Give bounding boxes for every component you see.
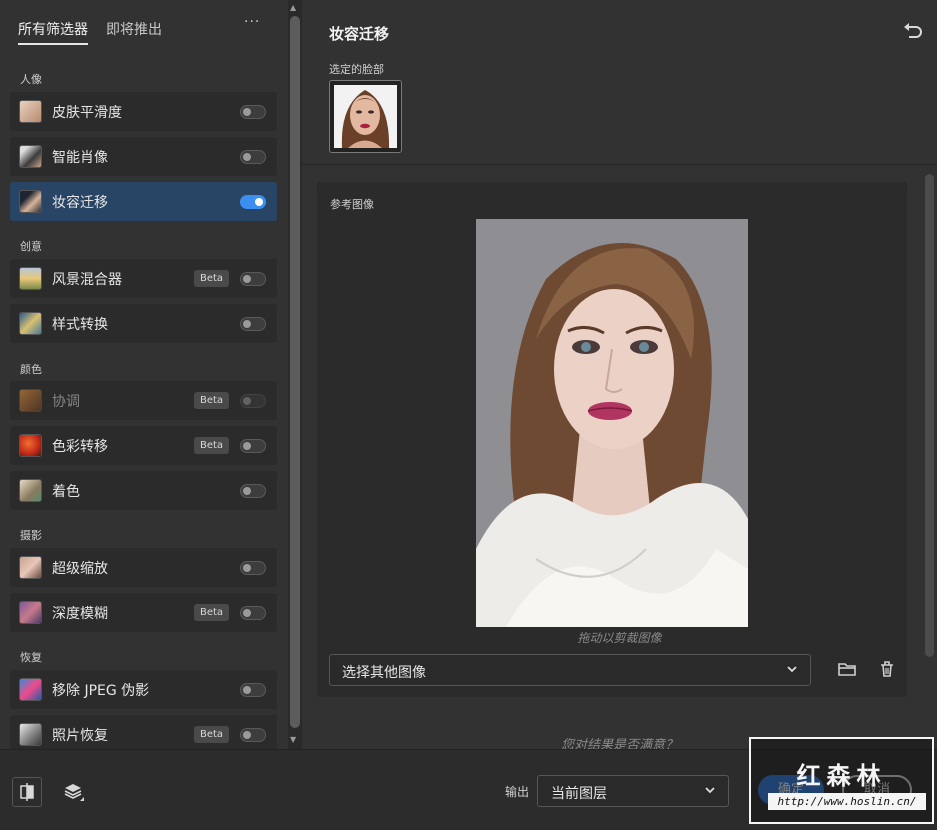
chevron-down-icon — [705, 787, 715, 794]
filter-item-depth-blur[interactable]: 深度模糊 Beta — [10, 593, 277, 632]
section-photography-title: 摄影 — [20, 529, 42, 542]
section-restoration-title: 恢复 — [20, 651, 42, 664]
beta-badge: Beta — [194, 270, 229, 287]
filter-settings-panel: 妆容迁移 选定的脸部 参考图像 拖动以剪裁图像 选择其他图像 — [302, 0, 937, 749]
filter-toggle[interactable] — [240, 272, 266, 286]
scrollbar-thumb[interactable] — [290, 16, 300, 728]
section-divider — [302, 164, 937, 165]
filter-toggle[interactable] — [240, 394, 266, 408]
settings-scrollbar[interactable] — [922, 172, 937, 749]
tab-all-filters[interactable]: 所有筛选器 — [18, 19, 88, 45]
filter-label: 色彩转移 — [52, 439, 108, 455]
scrollbar-thumb[interactable] — [925, 174, 934, 657]
makeup-transfer-thumbnail — [19, 190, 42, 213]
face-image — [334, 85, 397, 148]
section-color-title: 颜色 — [20, 363, 42, 376]
tab-coming-soon[interactable]: 即将推出 — [106, 19, 162, 45]
filter-label: 深度模糊 — [52, 606, 108, 622]
filter-toggle[interactable] — [240, 484, 266, 498]
more-options-icon[interactable]: ··· — [244, 14, 260, 30]
filter-item-style-transfer[interactable]: 样式转换 — [10, 304, 277, 343]
image-source-dropdown[interactable]: 选择其他图像 — [329, 654, 811, 686]
beta-badge: Beta — [194, 392, 229, 409]
photo-restoration-thumbnail — [19, 723, 42, 746]
filters-scrollbar[interactable]: ▲ ▼ — [288, 0, 302, 749]
section-portrait-title: 人像 — [20, 73, 42, 86]
filter-label: 智能肖像 — [52, 150, 108, 166]
output-label: 输出 — [505, 785, 530, 799]
filter-item-harmonization[interactable]: 协调 Beta — [10, 381, 277, 420]
reference-image[interactable] — [476, 219, 748, 627]
filter-label: 样式转换 — [52, 317, 108, 333]
smart-portrait-thumbnail — [19, 145, 42, 168]
selected-face-label: 选定的脸部 — [329, 63, 384, 76]
colorize-thumbnail — [19, 479, 42, 502]
scroll-up-icon[interactable]: ▲ — [290, 3, 296, 12]
filter-item-photo-restoration[interactable]: 照片恢复 Beta — [10, 715, 277, 749]
filter-toggle[interactable] — [240, 728, 266, 742]
filter-item-landscape-mixer[interactable]: 风景混合器 Beta — [10, 259, 277, 298]
filter-label: 移除 JPEG 伪影 — [52, 683, 150, 699]
remove-jpeg-thumbnail — [19, 678, 42, 701]
filter-item-super-zoom[interactable]: 超级缩放 — [10, 548, 277, 587]
watermark: 红森林 http://www.hoslin.cn/ — [749, 737, 934, 824]
crop-hint: 拖动以剪裁图像 — [577, 631, 662, 645]
filter-item-colorize[interactable]: 着色 — [10, 471, 277, 510]
filter-toggle[interactable] — [240, 317, 266, 331]
filter-toggle[interactable] — [240, 683, 266, 697]
dropdown-value: 当前图层 — [551, 786, 607, 802]
beta-badge: Beta — [194, 726, 229, 743]
panel-title: 妆容迁移 — [329, 25, 390, 43]
watermark-url: http://www.hoslin.cn/ — [768, 793, 926, 810]
output-dropdown[interactable]: 当前图层 — [537, 775, 729, 807]
layers-icon — [64, 784, 84, 801]
watermark-title: 红森林 — [796, 762, 887, 790]
reference-image-label: 参考图像 — [330, 198, 374, 211]
filter-item-color-transfer[interactable]: 色彩转移 Beta — [10, 426, 277, 465]
layers-button[interactable] — [58, 777, 88, 807]
filter-label: 妆容迁移 — [52, 195, 108, 211]
filter-toggle[interactable] — [240, 150, 266, 164]
scroll-down-icon[interactable]: ▼ — [290, 735, 296, 744]
selected-face-thumbnail[interactable] — [329, 80, 402, 153]
section-creative-title: 创意 — [20, 240, 42, 253]
color-transfer-thumbnail — [19, 434, 42, 457]
filter-toggle[interactable] — [240, 195, 266, 209]
filter-label: 风景混合器 — [52, 272, 122, 288]
filters-panel: 所有筛选器 即将推出 ··· 人像 皮肤平滑度 智能肖像 妆容迁移 创意 风景混… — [0, 0, 288, 749]
skin-smoothing-thumbnail — [19, 100, 42, 123]
reset-icon[interactable] — [903, 22, 923, 38]
dropdown-value: 选择其他图像 — [342, 665, 426, 681]
harmonization-thumbnail — [19, 389, 42, 412]
beta-badge: Beta — [194, 604, 229, 621]
filter-tabs: 所有筛选器 即将推出 — [18, 19, 162, 47]
super-zoom-thumbnail — [19, 556, 42, 579]
folder-icon[interactable] — [836, 658, 858, 680]
filter-label: 着色 — [52, 484, 80, 500]
landscape-mixer-thumbnail — [19, 267, 42, 290]
split-view-icon — [20, 783, 34, 801]
filter-item-smart-portrait[interactable]: 智能肖像 — [10, 137, 277, 176]
filter-toggle[interactable] — [240, 105, 266, 119]
filter-toggle[interactable] — [240, 439, 266, 453]
filter-item-remove-jpeg-artifacts[interactable]: 移除 JPEG 伪影 — [10, 670, 277, 709]
filter-label: 超级缩放 — [52, 561, 108, 577]
filter-label: 照片恢复 — [52, 728, 108, 744]
filter-toggle[interactable] — [240, 606, 266, 620]
style-transfer-thumbnail — [19, 312, 42, 335]
trash-icon[interactable] — [876, 658, 898, 680]
depth-blur-thumbnail — [19, 601, 42, 624]
filter-item-makeup-transfer[interactable]: 妆容迁移 — [10, 182, 277, 221]
filter-toggle[interactable] — [240, 561, 266, 575]
filter-item-skin-smoothing[interactable]: 皮肤平滑度 — [10, 92, 277, 131]
beta-badge: Beta — [194, 437, 229, 454]
filter-label: 皮肤平滑度 — [52, 105, 122, 121]
compare-view-button[interactable] — [12, 777, 42, 807]
chevron-down-icon — [787, 666, 797, 673]
filter-label: 协调 — [52, 394, 80, 410]
